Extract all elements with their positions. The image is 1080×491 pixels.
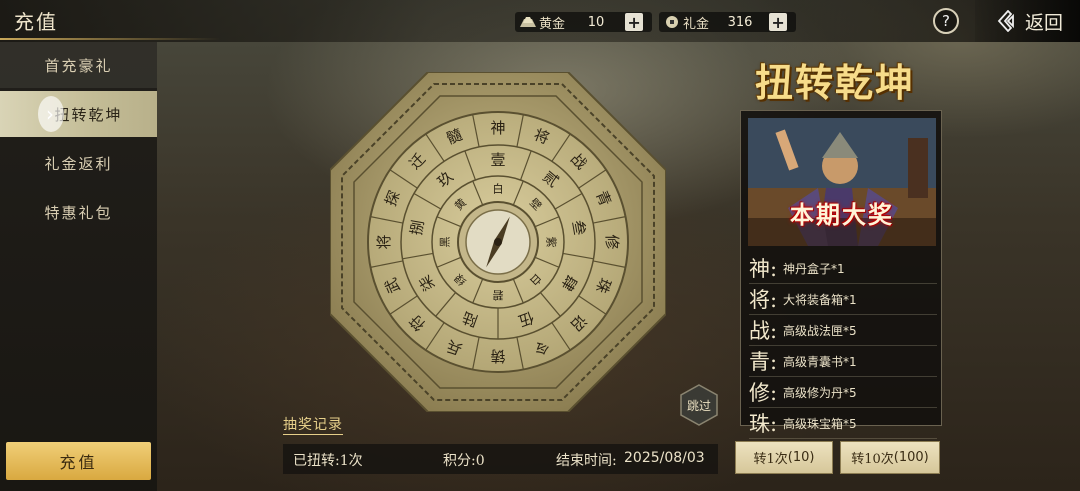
spin-once-label: 转1次 [753,452,788,467]
sidebar-item-label: 首充豪礼 [44,56,113,75]
sidebar-item-label: 礼金返利 [44,154,113,173]
end-time: 2025/08/03 [624,450,705,466]
end-time-label: 结束时间: [556,453,617,469]
page-title: 充值 [14,10,58,34]
gift-label: 礼金 [683,16,710,32]
prize-text: 神丹盒子*1 [783,261,845,276]
compass-glyph: 修 [603,234,621,249]
prize-text: 高级修为丹*5 [783,385,857,400]
recharge-button[interactable]: 充值 [6,442,151,480]
prize-text: 高级青囊书*1 [783,354,857,369]
sidebar-item-special-pack[interactable]: 特惠礼包 [0,189,157,235]
compass-glyph: 将 [375,234,393,249]
title-underline [0,38,220,40]
compass-glyph: 黑 [439,237,452,248]
top-bar: 充值 黄金 10 + 礼金 316 + ? 返回 [0,0,1080,42]
stats-bar: 已扭转:1次 积分:0 结束时间: 2025/08/03 [283,444,718,474]
spin-ten-button[interactable]: 转10次 (100) [840,441,940,474]
back-button[interactable]: 返回 [975,0,1080,42]
prize-row: 将: 大将装备箱*1 [749,284,937,315]
sidebar-item-first-recharge[interactable]: 首充豪礼 [0,42,157,88]
spin-count: 已扭转:1次 [293,453,363,469]
prize-row: 珠: 高级珠宝箱*5 [749,408,937,439]
prize-text: 高级战法匣*5 [783,323,857,338]
sidebar: 首充豪礼 › 扭转乾坤 礼金返利 特惠礼包 [0,42,157,491]
prize-key-char: 将: [749,288,778,312]
chevron-right-icon: › [38,96,64,132]
sidebar-item-label: 特惠礼包 [44,203,113,222]
prize-key-char: 珠: [749,412,778,436]
prize-key-char: 神: [749,257,778,281]
prize-key-char: 青: [749,350,778,374]
event-title: 扭转乾坤 [755,60,916,105]
gold-add-button[interactable]: + [625,13,644,32]
skip-button[interactable]: 跳过 [680,397,718,414]
grand-prize-banner: 本期大奖 [790,200,894,229]
back-arrow-icon [997,10,1014,32]
compass-glyph: 铸 [490,347,505,365]
spin-once-cost: (10) [787,450,815,465]
gift-currency: 礼金 316 + [659,12,796,32]
compass-glyph: 白 [493,182,504,196]
sidebar-item-label: 扭转乾坤 [54,105,123,124]
prize-row: 修: 高级修为丹*5 [749,377,937,408]
compass-glyph: 壹 [490,151,505,169]
prize-key-char: 战: [749,319,778,343]
compass-glyph: 紫 [545,237,558,248]
prize-text: 大将装备箱*1 [783,292,857,307]
draw-records-link[interactable]: 抽奖记录 [283,414,343,435]
compass-glyph: 神 [490,119,505,137]
back-label: 返回 [1025,11,1064,34]
compass-glyph: 碧 [493,289,504,302]
coin-icon [666,16,678,28]
sidebar-item-turn-fortune[interactable]: › 扭转乾坤 [0,91,157,137]
spin-ten-label: 转10次 [851,452,894,467]
gift-value: 316 [727,14,753,30]
prize-panel: 本期大奖 神: 神丹盒子*1 将: 大将装备箱*1 战: 高级战法匣*5 青: 高级青囊书*1… [740,110,942,439]
spin-ten-cost: (100) [893,450,929,465]
gold-label: 黄金 [539,16,566,32]
fortune-compass: 神将战青修珠诏令铸兵符武将探迁髓壹贰叁肆伍陆柒捌玖 白壁紫白碧绿黑黄 [330,72,666,412]
gold-currency: 黄金 10 + [515,12,652,32]
prize-key-char: 修: [749,381,778,405]
points: 积分:0 [443,453,485,469]
prize-text: 高级珠宝箱*5 [783,416,857,431]
spin-once-button[interactable]: 转1次 (10) [735,441,833,474]
compass-glyph: 叁 [569,219,589,237]
prize-row: 神: 神丹盒子*1 [749,253,937,284]
prize-row: 战: 高级战法匣*5 [749,315,937,346]
prize-row: 青: 高级青囊书*1 [749,346,937,377]
help-button[interactable]: ? [933,8,959,34]
gold-ingot-icon [520,17,536,27]
gift-add-button[interactable]: + [769,13,788,32]
gold-value: 10 [587,14,605,30]
sidebar-item-gift-rebate[interactable]: 礼金返利 [0,140,157,186]
compass-glyph: 捌 [407,219,427,237]
